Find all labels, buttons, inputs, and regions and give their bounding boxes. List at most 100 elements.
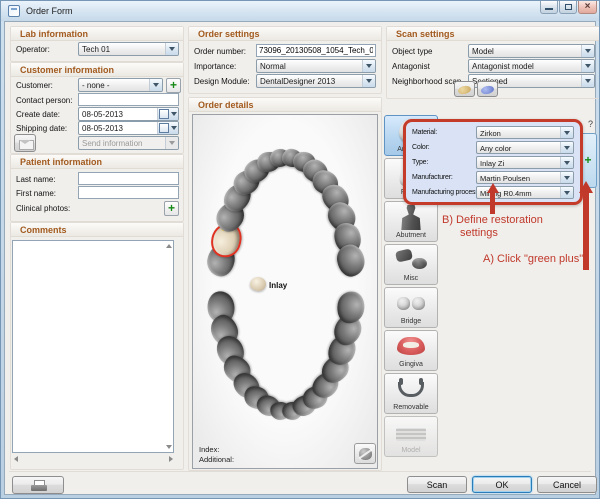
shipping-date-value: 08-05-2013 — [82, 124, 164, 133]
annotation-b-line2: settings — [460, 227, 498, 239]
lower-jaw-icon — [480, 85, 494, 96]
chevron-down-icon — [362, 75, 375, 87]
chevron-down-icon — [560, 127, 573, 138]
last-name-input[interactable] — [78, 172, 179, 185]
customer-value: - none - — [82, 81, 148, 90]
shipping-date-picker[interactable]: 08-05-2013 — [78, 121, 179, 135]
customer-label: Customer: — [16, 81, 53, 90]
category-bridge-button[interactable]: Bridge — [384, 287, 438, 328]
close-button[interactable]: × — [578, 1, 597, 14]
importance-value: Normal — [260, 62, 361, 71]
type-select[interactable]: Inlay Zi — [476, 156, 574, 169]
category-gingiva-button[interactable]: Gingiva — [384, 330, 438, 371]
importance-select[interactable]: Normal — [256, 59, 376, 73]
additional-label: Additional: — [199, 455, 234, 464]
category-removable-button[interactable]: Removable — [384, 373, 438, 414]
scroll-left-icon[interactable] — [14, 456, 18, 462]
send-info-button[interactable] — [14, 134, 36, 152]
upper-jaw-toggle-button[interactable] — [454, 81, 475, 97]
chevron-down-icon — [165, 137, 178, 149]
order-number-label: Order number: — [194, 47, 246, 56]
category-label: Removable — [385, 404, 437, 411]
operator-label: Operator: — [16, 45, 50, 54]
manufacturer-label: Manufacturer: — [412, 174, 453, 181]
model-icon — [396, 428, 426, 441]
view-toggle-button[interactable] — [354, 443, 376, 464]
teeth-layer — [193, 115, 377, 468]
create-date-picker[interactable]: 08-05-2013 — [78, 107, 179, 121]
category-label: Model — [385, 447, 437, 454]
add-customer-button[interactable]: + — [166, 78, 181, 93]
order-form-window: Order Form × Lab information Operator: T… — [0, 0, 600, 499]
lower-jaw-toggle-button[interactable] — [477, 81, 498, 97]
plus-icon: + — [168, 201, 175, 215]
type-value: Inlay Zi — [480, 159, 559, 168]
chevron-down-icon — [581, 60, 594, 72]
create-date-label: Create date: — [16, 110, 60, 119]
antagonist-select[interactable]: Antagonist model — [468, 59, 595, 73]
help-link[interactable]: ? — [588, 119, 593, 129]
category-misc-button[interactable]: Misc — [384, 244, 438, 285]
add-clinical-photo-button[interactable]: + — [164, 201, 179, 216]
order-settings-header: Order settings — [189, 27, 381, 41]
chevron-down-icon — [581, 45, 594, 57]
printer-body-icon — [31, 485, 47, 491]
object-type-label: Object type — [392, 47, 432, 56]
operator-select[interactable]: Tech 01 — [78, 42, 179, 56]
create-date-value: 08-05-2013 — [82, 110, 164, 119]
minimize-icon — [545, 8, 553, 10]
category-label: Bridge — [385, 318, 437, 325]
first-name-input[interactable] — [78, 186, 179, 199]
last-name-label: Last name: — [16, 175, 56, 184]
close-icon: × — [579, 1, 596, 13]
calendar-icon — [157, 108, 178, 120]
plus-icon: + — [170, 78, 177, 92]
scan-button[interactable]: Scan — [407, 476, 467, 493]
chevron-down-icon — [362, 60, 375, 72]
chevron-down-icon — [560, 172, 573, 183]
design-module-select[interactable]: DentalDesigner 2013 — [256, 74, 376, 88]
tooth[interactable] — [335, 242, 367, 278]
inlay-marker-icon — [250, 277, 266, 291]
category-model-button: Model — [384, 416, 438, 457]
clinical-photos-label: Clinical photos: — [16, 204, 70, 213]
dialog-body: Lab information Operator: Tech 01 Custom… — [4, 21, 596, 495]
inlay-label: Inlay — [269, 281, 287, 290]
patient-information-header: Patient information — [11, 155, 183, 169]
material-select[interactable]: Zirkon — [476, 126, 574, 139]
shipping-date-label: Shipping date: — [16, 124, 67, 133]
window-title: Order Form — [26, 6, 73, 16]
order-details-header: Order details — [189, 98, 381, 112]
comments-textarea[interactable] — [12, 240, 174, 453]
envelope-flap-icon — [19, 140, 31, 144]
category-abutment-button[interactable]: Abutment — [384, 201, 438, 242]
first-name-label: First name: — [16, 189, 56, 198]
chevron-down-icon — [560, 142, 573, 153]
tooth-chart[interactable]: Inlay Index: Additional: — [192, 114, 378, 469]
titlebar[interactable]: Order Form × — [1, 1, 599, 21]
scroll-down-icon[interactable] — [166, 445, 172, 449]
manufacturer-value: Martin Poulsen — [480, 174, 559, 183]
contact-person-input[interactable] — [78, 93, 179, 106]
contact-person-label: Contact person: — [16, 96, 72, 105]
cancel-button[interactable]: Cancel — [537, 476, 597, 493]
chevron-down-icon — [581, 75, 594, 87]
material-value: Zirkon — [480, 129, 559, 138]
scroll-right-icon[interactable] — [169, 456, 173, 462]
object-type-select[interactable]: Model — [468, 44, 595, 58]
chevron-down-icon — [560, 187, 573, 198]
order-number-input[interactable] — [256, 44, 376, 57]
misc-icon — [395, 248, 427, 274]
maximize-button[interactable] — [559, 1, 577, 14]
ok-button[interactable]: OK — [472, 476, 532, 493]
minimize-button[interactable] — [540, 1, 558, 14]
chevron-down-icon — [149, 79, 162, 91]
print-button[interactable] — [12, 476, 64, 494]
abutment-icon — [400, 205, 422, 230]
customer-select[interactable]: - none - — [78, 78, 163, 92]
color-select[interactable]: Any color — [476, 141, 574, 154]
scroll-up-icon[interactable] — [166, 244, 172, 248]
design-module-value: DentalDesigner 2013 — [260, 77, 361, 86]
category-label: Gingiva — [385, 361, 437, 368]
annotation-arrow-a-shaft — [583, 192, 589, 270]
